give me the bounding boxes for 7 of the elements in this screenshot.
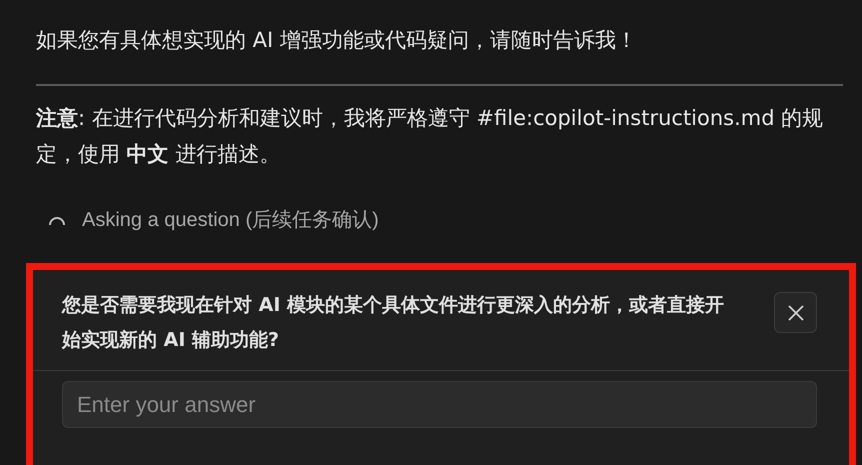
question-text: 您是否需要我现在针对 AI 模块的某个具体文件进行更深入的分析，或者直接开始实现新的 AI 辅助功能? <box>62 293 726 353</box>
close-icon <box>786 304 804 322</box>
status-text: Asking a question (后续任务确认) <box>82 208 379 233</box>
answer-field[interactable]: Enter your answer <box>62 381 817 428</box>
message-paragraph: 如果您有具体想实现的 AI 增强功能或代码疑问，请随时告诉我！ <box>36 27 638 54</box>
close-button[interactable] <box>774 292 817 333</box>
note-paragraph: 注意: 在进行代码分析和建议时，我将严格遵守 #file:copilot-instructions.md 的规定，使用 中文 进行描述。 <box>36 105 824 168</box>
